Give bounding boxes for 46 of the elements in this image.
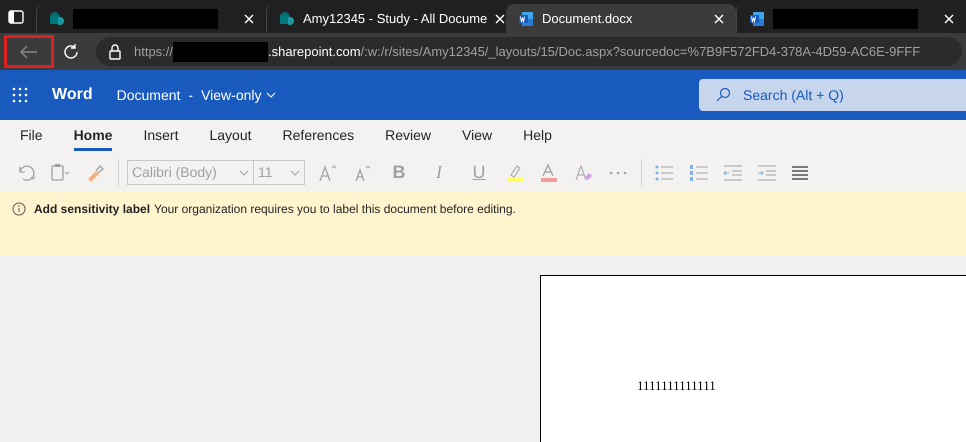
tab-actions-icon[interactable] <box>8 8 24 24</box>
tab-title: Document.docx <box>542 10 634 28</box>
app-name[interactable]: Word <box>52 83 93 107</box>
ribbon-tab[interactable]: View <box>462 122 492 150</box>
browser-tab[interactable]: Amy12345 - Study - All Docume <box>266 4 506 33</box>
url-text: /:w:/r/sites/Amy12345/_layouts/15/Doc.aspx?sourcedoc=%7B9F572FD4-378A-4D59-AC6E-9FFF <box>360 42 920 61</box>
tab-title: Amy12345 - Study - All Docume <box>303 10 488 28</box>
ribbon-tab[interactable]: File <box>20 122 43 150</box>
lock-icon <box>108 44 122 60</box>
app-launcher-icon[interactable] <box>12 87 28 103</box>
url-text: .sharepoint.com <box>268 42 361 61</box>
increase-indent-icon[interactable] <box>756 162 778 182</box>
decrease-indent-icon[interactable] <box>722 162 744 182</box>
close-icon[interactable] <box>714 14 724 24</box>
paste-icon[interactable] <box>50 162 72 182</box>
sharepoint-logo-icon <box>279 10 296 26</box>
browser-tab[interactable]: Document.docx <box>506 4 736 33</box>
ribbon-tab[interactable]: Layout <box>209 122 252 150</box>
chevron-down-icon <box>290 170 300 176</box>
search-field[interactable]: Search (Alt + Q) <box>699 79 966 111</box>
document-title-button[interactable]: Document - View-only <box>116 84 276 106</box>
numbering-icon[interactable] <box>688 162 710 182</box>
chevron-down-icon <box>266 92 276 98</box>
close-icon[interactable] <box>944 14 954 24</box>
word-logo-icon <box>748 10 765 26</box>
bullets-icon[interactable] <box>654 162 676 182</box>
word-logo-icon <box>518 10 534 26</box>
url-text: https:// <box>134 42 174 61</box>
sharepoint-logo-icon <box>49 10 65 26</box>
ribbon-tab[interactable]: References <box>282 122 354 150</box>
document-text: 1111111111111 <box>637 378 716 393</box>
address-field[interactable]: https:// .sharepoint.com/:w:/r/sites/Amy12345/_layouts/15/Doc.aspx?sourcedoc=%7B9F572FD4-378A-4D59-AC6E-9FFF <box>96 37 962 66</box>
grow-font-icon[interactable] <box>317 162 339 182</box>
info-icon <box>12 202 26 216</box>
banner-message: Add sensitivity label Your organization requires you to label this document before editing. <box>34 201 516 218</box>
search-icon <box>715 87 731 103</box>
back-arrow-icon <box>20 44 38 58</box>
clear-formatting-icon[interactable] <box>573 162 595 182</box>
ribbon-tab[interactable]: Review <box>385 122 432 150</box>
close-icon[interactable] <box>495 14 506 24</box>
ribbon-tab[interactable]: Insert <box>143 122 178 150</box>
ribbon-tab[interactable]: Help <box>523 122 552 150</box>
refresh-icon[interactable] <box>62 42 80 60</box>
chevron-down-icon <box>239 170 249 176</box>
back-button[interactable] <box>4 35 54 68</box>
close-icon[interactable] <box>244 14 254 24</box>
